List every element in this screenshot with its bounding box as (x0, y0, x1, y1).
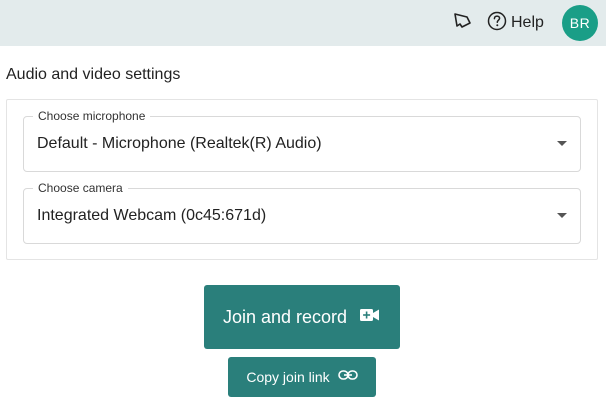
join-and-record-button[interactable]: Join and record (204, 285, 400, 349)
copy-join-link-label: Copy join link (246, 369, 330, 385)
top-bar: Help BR (0, 0, 606, 46)
whats-new-button[interactable] (451, 12, 473, 34)
question-circle-icon (487, 11, 507, 36)
copy-join-link-button[interactable]: Copy join link (228, 357, 376, 397)
chevron-down-icon (557, 141, 567, 146)
help-button[interactable]: Help (487, 10, 544, 36)
help-label: Help (511, 14, 544, 31)
microphone-select-value: Default - Microphone (Realtek(R) Audio) (37, 135, 322, 152)
section-title: Audio and video settings (6, 66, 181, 83)
camera-select-label: Choose camera (33, 181, 128, 195)
microphone-select-label: Choose microphone (33, 109, 151, 123)
microphone-select[interactable]: Choose microphone Default - Microphone (… (23, 109, 581, 172)
chevron-down-icon (557, 213, 567, 218)
camera-select[interactable]: Choose camera Integrated Webcam (0c45:67… (23, 181, 581, 244)
megaphone-icon (452, 11, 472, 36)
user-avatar[interactable]: BR (562, 5, 598, 41)
join-and-record-label: Join and record (222, 306, 348, 327)
camera-select-value: Integrated Webcam (0c45:671d) (37, 207, 267, 224)
video-plus-icon (359, 307, 381, 328)
link-icon (337, 368, 358, 386)
